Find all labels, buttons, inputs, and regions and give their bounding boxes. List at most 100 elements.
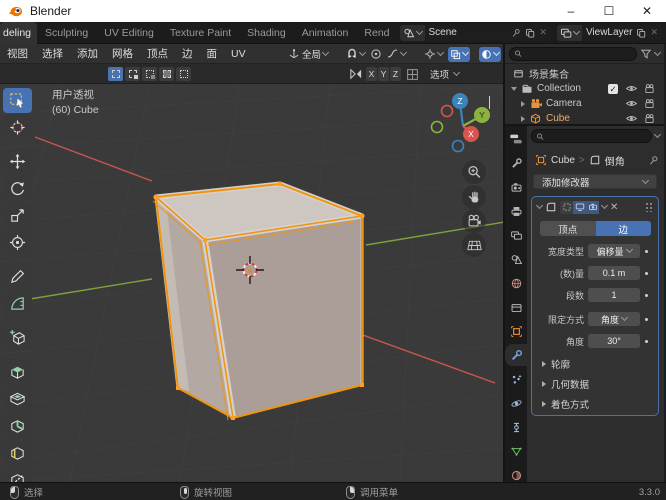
tool-add-cube[interactable] bbox=[3, 325, 32, 350]
expand-icon[interactable] bbox=[521, 115, 525, 122]
tab-particles[interactable] bbox=[505, 368, 527, 390]
render-display-toggle[interactable] bbox=[586, 200, 599, 214]
pan-button[interactable] bbox=[462, 185, 486, 209]
realtime-display-toggle[interactable] bbox=[573, 200, 586, 214]
duplicate-view-layer-icon[interactable] bbox=[636, 28, 646, 38]
outliner-row-scene-collection[interactable]: 场景集合 bbox=[513, 66, 569, 81]
menu-vertex[interactable]: 顶点 bbox=[140, 46, 175, 61]
zoom-button[interactable] bbox=[462, 160, 486, 184]
mirror-x-button[interactable]: X bbox=[366, 67, 377, 81]
view-layer-browse-button[interactable] bbox=[556, 24, 582, 41]
expand-icon[interactable] bbox=[521, 100, 525, 107]
select-mode-intersect[interactable] bbox=[176, 67, 191, 81]
outliner-search-input[interactable] bbox=[525, 48, 632, 59]
close-button[interactable]: ✕ bbox=[628, 0, 666, 22]
affect-edges-button[interactable]: 边 bbox=[595, 221, 651, 236]
tool-cursor[interactable] bbox=[3, 115, 32, 140]
modifier-extras-dropdown[interactable] bbox=[600, 201, 609, 210]
tool-loop-cut[interactable] bbox=[3, 440, 32, 465]
select-mode-subtract[interactable] bbox=[142, 67, 157, 81]
tab-tool[interactable] bbox=[505, 152, 527, 174]
tab-object-data[interactable] bbox=[505, 440, 527, 462]
gizmo-axis-x-neg[interactable] bbox=[440, 104, 454, 118]
workspace-tab-modeling[interactable]: deling bbox=[0, 21, 38, 44]
drag-handle-icon[interactable] bbox=[645, 202, 653, 212]
transform-orientation-dropdown[interactable]: 全局 bbox=[288, 46, 330, 62]
workspace-tab-sculpting[interactable]: Sculpting bbox=[37, 22, 96, 44]
disable-render-icon[interactable] bbox=[643, 112, 656, 125]
camera-view-button[interactable] bbox=[462, 209, 486, 233]
gizmo-axis-z[interactable]: Z bbox=[452, 93, 468, 109]
scene-browse-button[interactable] bbox=[399, 24, 425, 41]
snap-grid-icon[interactable] bbox=[406, 68, 419, 81]
snap-dropdown[interactable] bbox=[346, 46, 367, 62]
affect-vertices-button[interactable]: 顶点 bbox=[540, 221, 596, 236]
mirror-z-button[interactable]: Z bbox=[390, 67, 401, 81]
workspace-tab-rendering[interactable]: Rend bbox=[356, 22, 397, 44]
section-shading[interactable]: 着色方式 bbox=[542, 397, 589, 411]
tool-measure[interactable] bbox=[3, 291, 32, 316]
tab-constraints[interactable] bbox=[505, 416, 527, 438]
animate-dot[interactable] bbox=[645, 317, 648, 321]
outliner-search[interactable] bbox=[509, 46, 637, 61]
tab-material[interactable] bbox=[505, 464, 527, 482]
collection-checkbox[interactable]: ✓ bbox=[608, 83, 618, 94]
mirror-y-button[interactable]: Y bbox=[378, 67, 389, 81]
amount-field[interactable]: 0.1 m bbox=[588, 266, 640, 280]
disable-render-icon[interactable] bbox=[643, 82, 656, 95]
falloff-dropdown[interactable] bbox=[386, 46, 408, 62]
gizmo-axis-y-neg[interactable] bbox=[430, 120, 444, 134]
select-mode-set[interactable] bbox=[108, 67, 123, 81]
breadcrumb-object[interactable]: Cube bbox=[551, 155, 575, 166]
tool-scale[interactable] bbox=[3, 203, 32, 228]
tab-view-layer[interactable] bbox=[505, 224, 527, 246]
gizmo-axis-z-neg[interactable] bbox=[451, 139, 465, 153]
select-mode-invert[interactable] bbox=[159, 67, 174, 81]
tab-scene[interactable] bbox=[505, 248, 527, 270]
tool-move[interactable] bbox=[3, 149, 32, 174]
gizmo-axis-x[interactable]: X bbox=[463, 126, 479, 142]
animate-dot[interactable] bbox=[645, 271, 648, 275]
tool-extrude[interactable] bbox=[3, 359, 32, 384]
outliner-row-cube[interactable]: Cube bbox=[521, 111, 661, 126]
tab-collection[interactable] bbox=[505, 296, 527, 318]
viewport-canvas[interactable]: 用户透视 (60) Cube Z Y X bbox=[0, 84, 503, 482]
gizmo-axis-y[interactable]: Y bbox=[474, 107, 490, 123]
segments-field[interactable]: 1 bbox=[588, 288, 640, 302]
menu-view[interactable]: 视图 bbox=[0, 46, 35, 61]
outliner-row-collection[interactable]: Collection ✓ bbox=[511, 81, 661, 96]
unlink-scene-icon[interactable]: ✕ bbox=[539, 27, 547, 38]
remove-modifier-icon[interactable]: ✕ bbox=[610, 202, 618, 213]
properties-search[interactable] bbox=[531, 129, 652, 143]
workspace-tab-shading[interactable]: Shading bbox=[239, 22, 294, 44]
tab-render[interactable] bbox=[505, 176, 527, 198]
navigation-gizmo[interactable]: Z Y X bbox=[430, 90, 496, 156]
remove-view-layer-icon[interactable]: ✕ bbox=[650, 27, 658, 38]
sidebar-toggle[interactable] bbox=[489, 96, 490, 109]
section-geometry[interactable]: 几何数据 bbox=[542, 377, 589, 391]
tool-bevel[interactable] bbox=[3, 413, 32, 438]
menu-add[interactable]: 添加 bbox=[70, 46, 105, 61]
breadcrumb-modifier[interactable]: 倒角 bbox=[605, 153, 625, 168]
angle-field[interactable]: 30° bbox=[588, 334, 640, 348]
cube-object[interactable] bbox=[152, 181, 365, 421]
animate-dot[interactable] bbox=[645, 249, 648, 253]
overlays-toggle[interactable] bbox=[479, 46, 501, 62]
menu-mesh[interactable]: 网格 bbox=[105, 46, 140, 61]
minimize-button[interactable]: – bbox=[552, 0, 590, 22]
tool-select-box[interactable] bbox=[3, 88, 32, 113]
menu-edge[interactable]: 边 bbox=[175, 46, 200, 61]
tool-knife[interactable] bbox=[3, 467, 32, 482]
hide-eye-icon[interactable] bbox=[625, 82, 638, 95]
tool-options-dropdown[interactable]: 选项 bbox=[430, 67, 461, 81]
duplicate-scene-icon[interactable] bbox=[525, 28, 535, 38]
tab-object[interactable] bbox=[505, 320, 527, 342]
collapse-icon[interactable] bbox=[535, 201, 544, 210]
menu-select[interactable]: 选择 bbox=[35, 46, 70, 61]
pin-icon[interactable] bbox=[511, 28, 521, 38]
tab-modifiers[interactable] bbox=[505, 344, 527, 366]
tab-output[interactable] bbox=[505, 200, 527, 222]
maximize-button[interactable]: ☐ bbox=[590, 0, 628, 22]
tool-transform[interactable] bbox=[3, 230, 32, 255]
tab-world[interactable] bbox=[505, 272, 527, 294]
